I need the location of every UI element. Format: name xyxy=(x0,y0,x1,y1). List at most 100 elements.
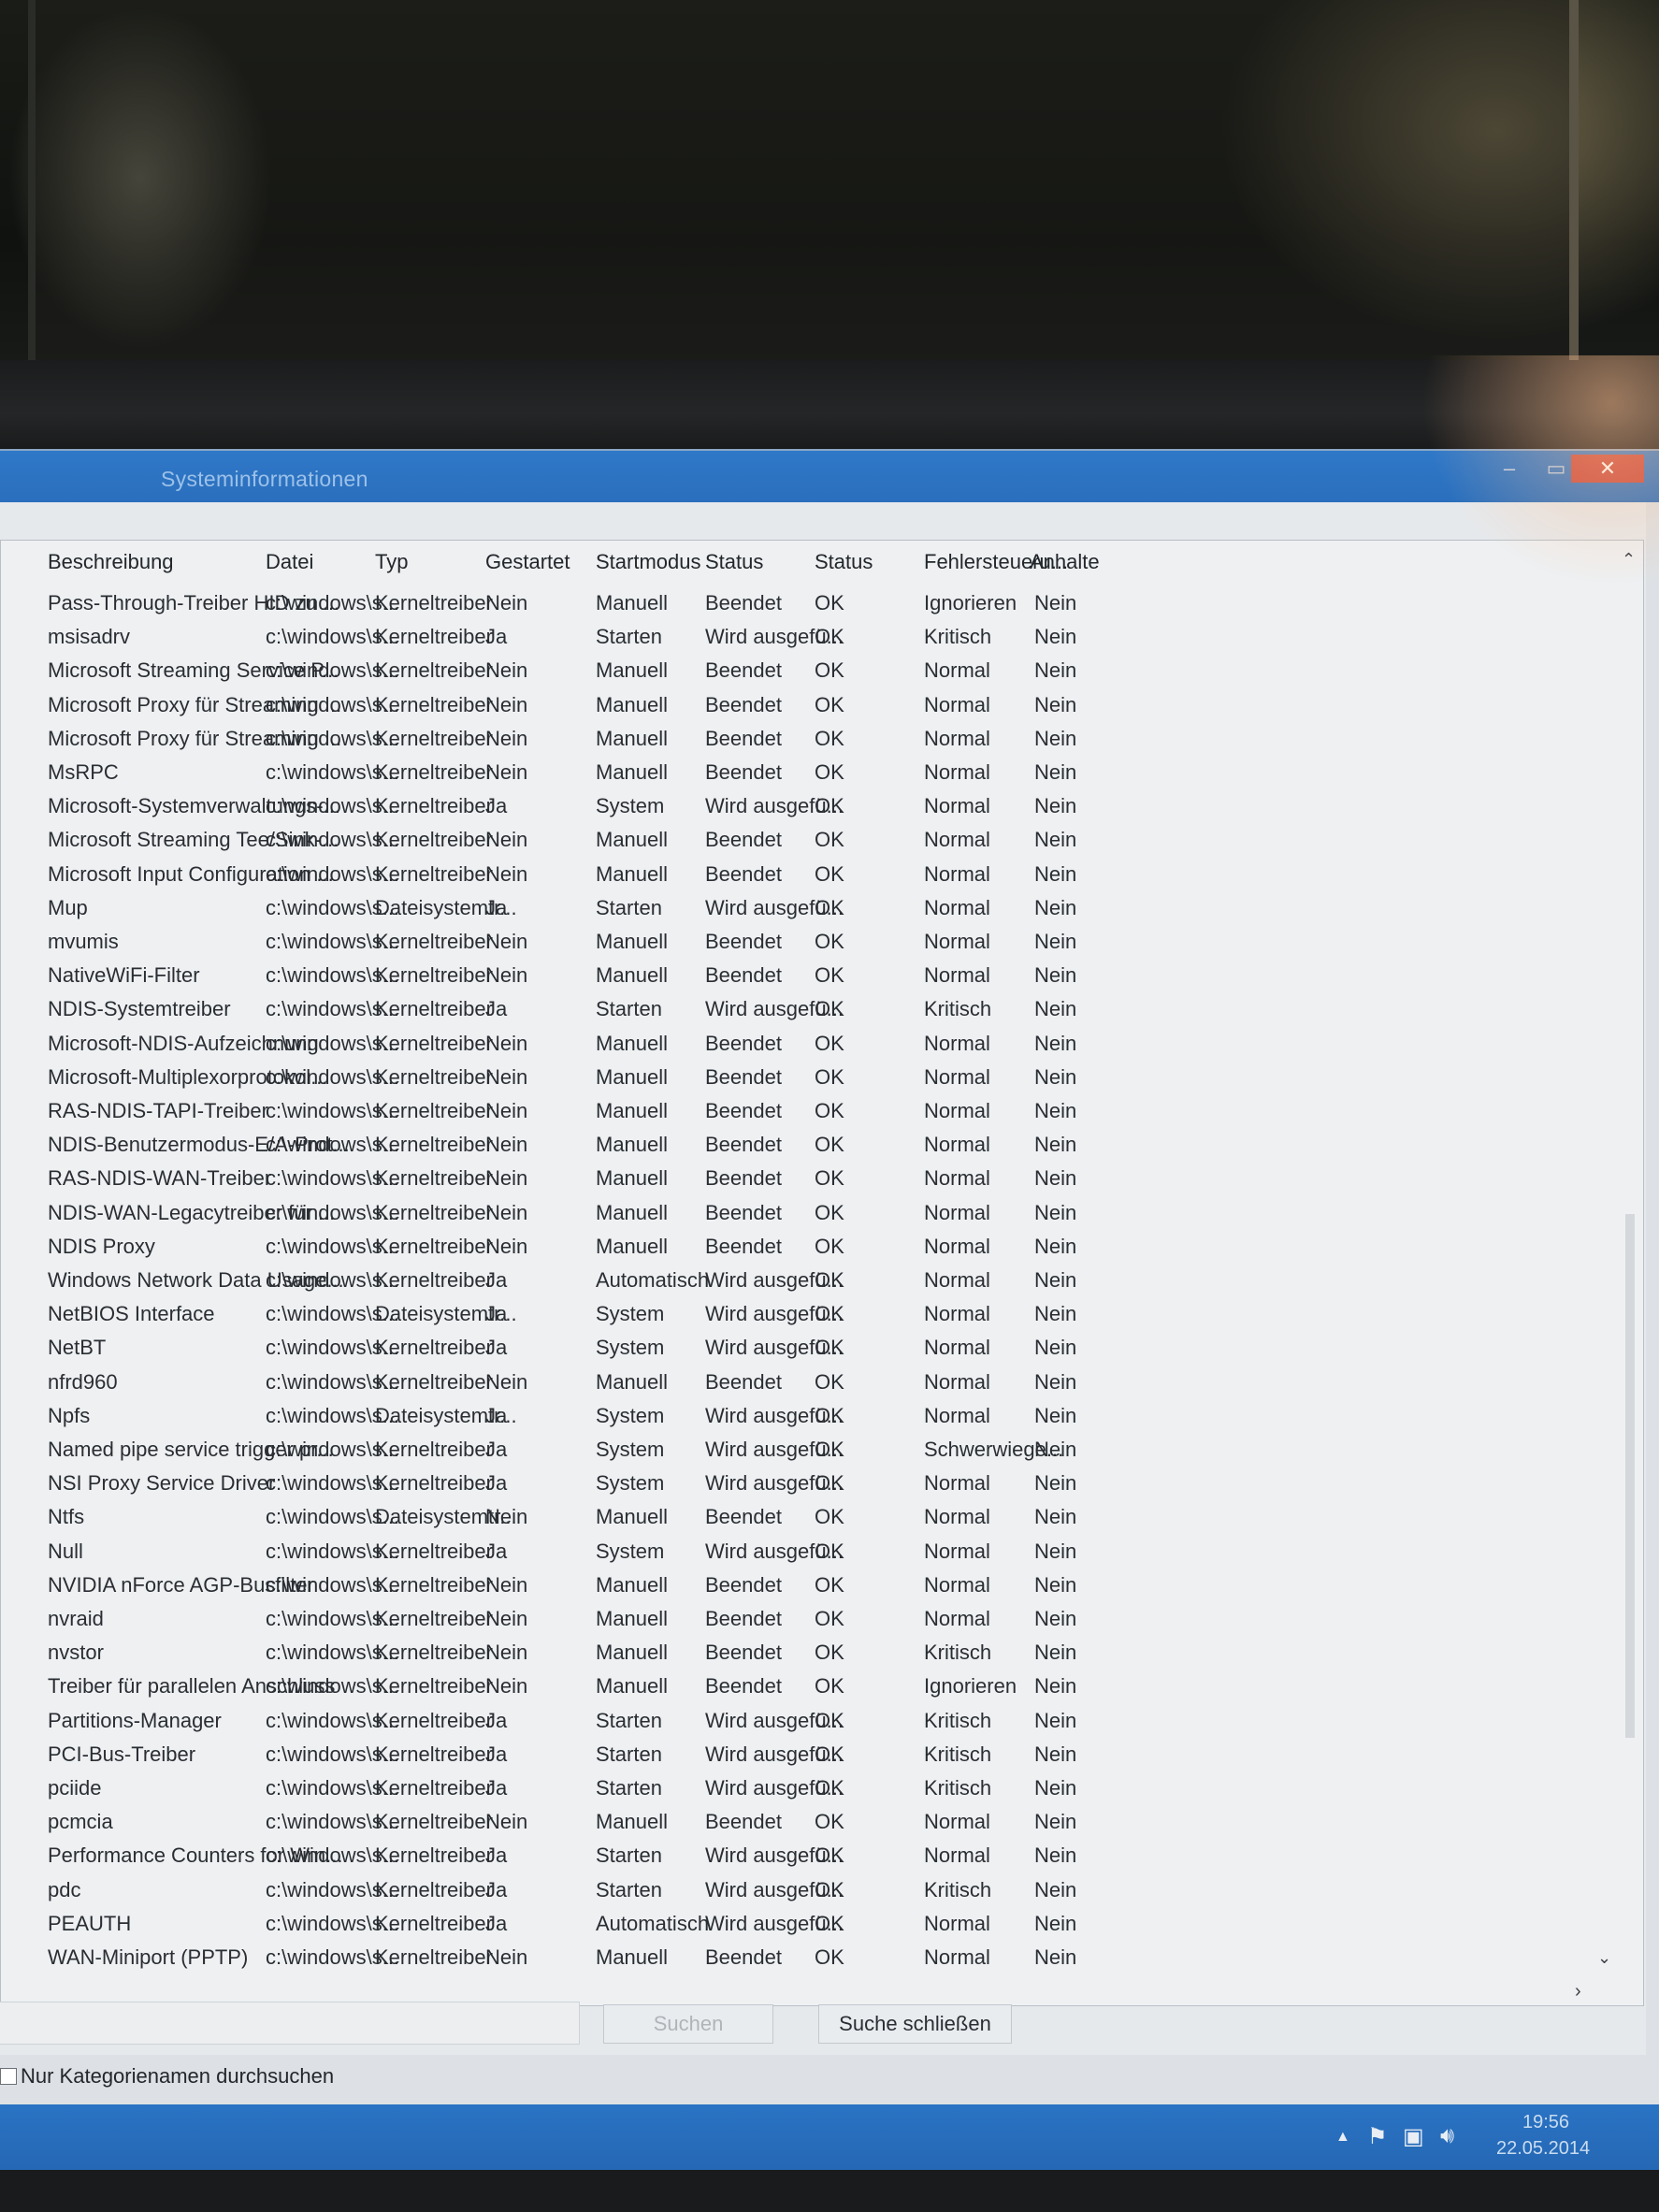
table-row[interactable]: Ntfs c:\windows\s... Dateisystemtr... Nein M… xyxy=(1,1501,1619,1536)
table-row[interactable]: nvstor c:\windows\s... Kerneltreiber Nein Ma… xyxy=(1,1637,1619,1671)
table-row[interactable]: RAS-NDIS-TAPI-Treiber c:\windows\s... Kern… xyxy=(1,1095,1619,1130)
cell-gestartet: Nein xyxy=(485,693,528,716)
table-row[interactable]: NDIS Proxy c:\windows\s... Kerneltreiber Ne… xyxy=(1,1231,1619,1265)
cell-typ: Kerneltreiber xyxy=(375,727,493,750)
cell-beschreibung: NDIS Proxy xyxy=(48,1235,155,1258)
cell-status-2: OK xyxy=(815,1674,844,1698)
column-header-datei[interactable]: Datei xyxy=(266,550,313,574)
clock-time[interactable]: 19:56 xyxy=(1522,2112,1569,2133)
table-row[interactable]: PEAUTH c:\windows\s... Kerneltreiber Ja Auto… xyxy=(1,1908,1619,1943)
table-row[interactable]: RAS-NDIS-WAN-Treiber c:\windows\s... Kerne… xyxy=(1,1163,1619,1197)
network-icon[interactable]: ▣ xyxy=(1403,2123,1424,2150)
table-row[interactable]: NDIS-Systemtreiber c:\windows\s... Kernelt… xyxy=(1,993,1619,1028)
cell-fehlersteuerung: Kritisch xyxy=(924,1709,992,1732)
table-row[interactable]: msisadrv c:\windows\s... Kerneltreiber Ja St… xyxy=(1,621,1619,656)
table-row[interactable]: NetBIOS Interface c:\windows\s... Dateisys… xyxy=(1,1298,1619,1333)
services-list[interactable]: Beschreibung Datei Typ Gestartet Startmo… xyxy=(0,540,1644,2006)
table-row[interactable]: Pass-Through-Treiber HID zu ... c:\window… xyxy=(1,587,1619,622)
cell-status-2: OK xyxy=(815,1133,844,1156)
cell-typ: Kerneltreiber xyxy=(375,1709,493,1732)
column-header-anhalten[interactable]: Anhalte xyxy=(1030,550,1100,574)
cell-startmodus: Manuell xyxy=(596,1674,669,1698)
table-row[interactable]: NDIS-Benutzermodus-E/A-Prot... c:\windows… xyxy=(1,1129,1619,1164)
search-button[interactable]: Suchen xyxy=(603,2004,773,2044)
cell-startmodus: Manuell xyxy=(596,1607,669,1630)
cell-status-2: OK xyxy=(815,658,844,682)
cell-anhalten: Nein xyxy=(1034,1709,1077,1732)
cell-anhalten: Nein xyxy=(1034,862,1077,886)
minimize-button[interactable]: – xyxy=(1487,455,1532,483)
clock-date[interactable]: 22.05.2014 xyxy=(1496,2138,1590,2160)
table-row[interactable]: WAN-Miniport (PPTP) c:\windows\s... Kernel… xyxy=(1,1942,1619,1976)
column-header-status[interactable]: Status xyxy=(705,550,763,574)
table-row[interactable]: Partitions-Manager c:\windows\s... Kernelt… xyxy=(1,1705,1619,1740)
cell-gestartet: Nein xyxy=(485,1166,528,1190)
table-row[interactable]: Microsoft-Multiplexorprotokol... c:\windo… xyxy=(1,1062,1619,1096)
cell-status-2: OK xyxy=(815,794,844,817)
chevron-up-icon[interactable]: ⌃ xyxy=(1622,550,1636,570)
table-row[interactable]: mvumis c:\windows\s... Kerneltreiber Nein Ma… xyxy=(1,926,1619,961)
show-hidden-icons-chevron-icon[interactable]: ▲ xyxy=(1335,2129,1350,2146)
scrollbar-thumb[interactable] xyxy=(1625,1214,1635,1738)
table-row[interactable]: PCI-Bus-Treiber c:\windows\s... Kerneltrei… xyxy=(1,1739,1619,1773)
column-header-status-2[interactable]: Status xyxy=(815,550,873,574)
cell-status: Beendet xyxy=(705,1641,782,1664)
table-row[interactable]: Microsoft Streaming Tee/Sink-... c:\windo… xyxy=(1,824,1619,859)
table-row[interactable]: Performance Counters for Win... c:\window… xyxy=(1,1840,1619,1874)
cell-status: Beendet xyxy=(705,1099,782,1122)
cell-status-2: OK xyxy=(815,693,844,716)
table-row[interactable]: NSI Proxy Service Driver c:\windows\s... K… xyxy=(1,1467,1619,1502)
table-row[interactable]: Named pipe service trigger pr... c:\windo… xyxy=(1,1434,1619,1468)
chevron-down-icon[interactable]: ⌄ xyxy=(1597,1948,1611,1968)
category-only-checkbox[interactable] xyxy=(0,2068,17,2085)
table-row[interactable]: NativeWiFi-Filter c:\windows\s... Kerneltr… xyxy=(1,960,1619,994)
table-row[interactable]: NetBT c:\windows\s... Kerneltreiber Ja Syste… xyxy=(1,1332,1619,1366)
table-row[interactable]: pciide c:\windows\s... Kerneltreiber Ja Star… xyxy=(1,1772,1619,1807)
cell-status-2: OK xyxy=(815,1573,844,1597)
cell-status-2: OK xyxy=(815,1032,844,1055)
window-titlebar[interactable]: Systeminformationen – ▭ ✕ xyxy=(0,449,1659,502)
cell-fehlersteuerung: Normal xyxy=(924,1032,990,1055)
table-row[interactable]: Microsoft Input Configuration ... c:\wind… xyxy=(1,859,1619,893)
table-row[interactable]: Treiber für parallelen Anschluss c:\windo… xyxy=(1,1670,1619,1705)
close-button[interactable]: ✕ xyxy=(1571,455,1644,483)
cell-beschreibung: pciide xyxy=(48,1776,102,1800)
cell-typ: Kerneltreiber xyxy=(375,1336,493,1359)
table-row[interactable]: MsRPC c:\windows\s... Kerneltreiber Nein Man… xyxy=(1,757,1619,791)
action-center-flag-icon[interactable]: ⚑ xyxy=(1367,2123,1388,2150)
table-row[interactable]: pdc c:\windows\s... Kerneltreiber Ja Starten… xyxy=(1,1874,1619,1909)
cell-startmodus: Starten xyxy=(596,1742,662,1766)
table-row[interactable]: pcmcia c:\windows\s... Kerneltreiber Nein Ma… xyxy=(1,1806,1619,1841)
table-row[interactable]: NDIS-WAN-Legacytreiber für ... c:\windows… xyxy=(1,1197,1619,1232)
cell-status: Beendet xyxy=(705,1370,782,1394)
column-header-typ[interactable]: Typ xyxy=(375,550,408,574)
volume-icon[interactable]: 🔊︎ xyxy=(1440,2123,1454,2149)
table-row[interactable]: NVIDIA nForce AGP-Busfilter c:\windows\s.… xyxy=(1,1569,1619,1604)
table-row[interactable]: Npfs c:\windows\s... Dateisystemtr... Ja Sys… xyxy=(1,1400,1619,1435)
chevron-right-icon[interactable]: › xyxy=(1575,1981,1581,2002)
table-row[interactable]: Microsoft-Systemverwaltungs-... c:\window… xyxy=(1,790,1619,825)
table-row[interactable]: nvraid c:\windows\s... Kerneltreiber Nein Ma… xyxy=(1,1603,1619,1638)
cell-gestartet: Nein xyxy=(485,1607,528,1630)
cell-fehlersteuerung: Normal xyxy=(924,1133,990,1156)
column-header-gestartet[interactable]: Gestartet xyxy=(485,550,570,574)
cell-anhalten: Nein xyxy=(1034,727,1077,750)
cell-startmodus: Manuell xyxy=(596,828,669,851)
column-header-beschreibung[interactable]: Beschreibung xyxy=(48,550,174,574)
search-input[interactable] xyxy=(0,2002,580,2045)
table-row[interactable]: Microsoft Proxy für Streaming ... c:\wind… xyxy=(1,689,1619,724)
table-row[interactable]: Windows Network Data Usage... c:\windows\… xyxy=(1,1265,1619,1299)
table-row[interactable]: Microsoft-NDIS-Aufzeichnung c:\windows\s.… xyxy=(1,1028,1619,1063)
cell-fehlersteuerung: Normal xyxy=(924,1065,990,1089)
cell-typ: Kerneltreiber xyxy=(375,1945,493,1969)
cell-fehlersteuerung: Normal xyxy=(924,1540,990,1563)
cell-fehlersteuerung: Normal xyxy=(924,930,990,953)
close-search-button[interactable]: Suche schließen xyxy=(818,2004,1012,2044)
cell-startmodus: Automatisch xyxy=(596,1912,710,1935)
table-row[interactable]: Mup c:\windows\s... Dateisystemtr... Ja Star… xyxy=(1,892,1619,927)
column-header-startmodus[interactable]: Startmodus xyxy=(596,550,701,574)
table-row[interactable]: nfrd960 c:\windows\s... Kerneltreiber Nein M… xyxy=(1,1366,1619,1401)
table-row[interactable]: Null c:\windows\s... Kerneltreiber Ja System… xyxy=(1,1536,1619,1570)
table-row[interactable]: Microsoft Streaming Service P... c:\windo… xyxy=(1,655,1619,689)
table-row[interactable]: Microsoft Proxy für Streaming ... c:\wind… xyxy=(1,723,1619,758)
